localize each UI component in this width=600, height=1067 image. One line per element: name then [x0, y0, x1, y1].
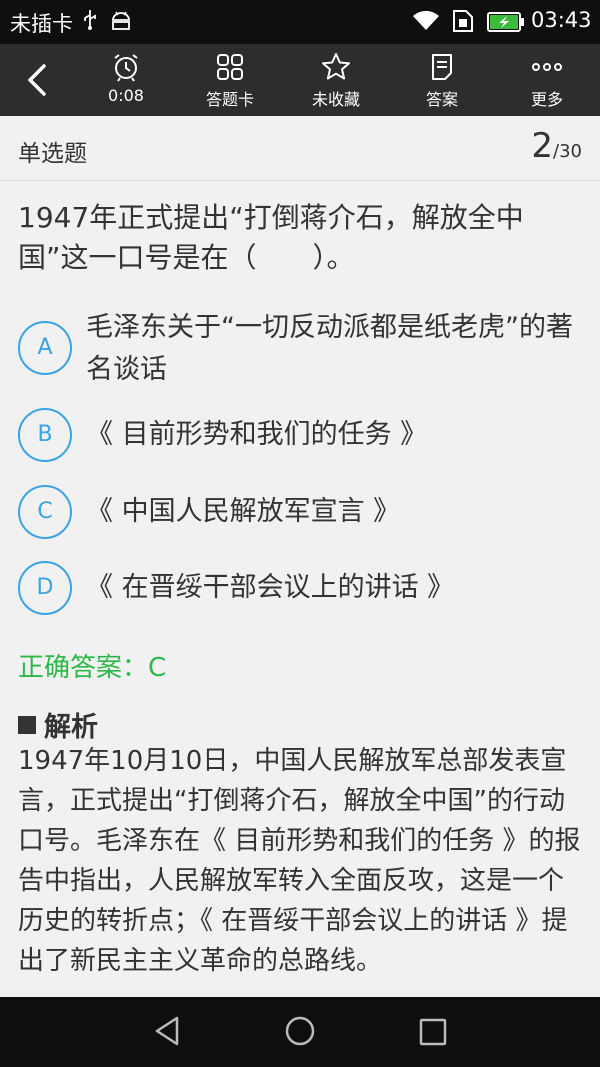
nav-recents-icon[interactable]: [419, 1018, 447, 1050]
more-label: 更多: [530, 90, 563, 109]
answer-card-label: 答题卡: [205, 90, 254, 109]
answer-button[interactable]: 答案: [397, 52, 487, 110]
option-a-letter: A: [18, 321, 72, 375]
question-content[interactable]: 1947年正式提出“打倒蒋介石，解放全中国”这一口号是在（ ）。 A 毛泽东关于…: [0, 181, 600, 997]
option-d-text: 《 在晋绥干部会议上的讲话 》: [86, 572, 455, 603]
answer-label: 答案: [425, 90, 458, 109]
wifi-icon: [412, 9, 440, 35]
option-a-text: 毛泽东关于“一切反动派都是纸老虎”的著名谈话: [86, 312, 573, 385]
analysis-body: 1947年10月10日，中国人民解放军总部发表宣言，正式提出“打倒蒋介石，解放全…: [18, 746, 581, 976]
option-b-letter: B: [18, 408, 72, 462]
clock: 03:43: [531, 8, 592, 32]
current-question-number: 2: [531, 126, 554, 166]
back-arrow-icon[interactable]: [22, 62, 52, 98]
sim-icon: [452, 9, 474, 37]
system-nav-bar: [0, 997, 600, 1067]
grid-icon: [217, 54, 243, 80]
question-type: 单选题: [18, 141, 87, 167]
favorite-label: 未收藏: [311, 90, 360, 109]
top-toolbar: 0:08 答题卡 未收藏 答案 更多: [0, 44, 600, 116]
favorite-button[interactable]: 未收藏: [291, 52, 381, 110]
question-header: 单选题 2/30: [0, 116, 600, 181]
nav-back-icon[interactable]: [153, 1015, 181, 1051]
option-d-letter: D: [18, 561, 72, 615]
option-c-letter: C: [18, 485, 72, 539]
nav-home-icon[interactable]: [284, 1015, 316, 1051]
timer-button[interactable]: 0:08: [81, 52, 171, 105]
square-bullet-icon: [18, 716, 36, 734]
option-d[interactable]: D 《 在晋绥干部会议上的讲话 》: [18, 561, 584, 617]
status-bar: 未插卡 03:43: [0, 0, 600, 44]
option-a[interactable]: A 毛泽东关于“一切反动派都是纸老虎”的著名谈话: [18, 307, 584, 391]
analysis-title: 解析: [18, 705, 98, 744]
usb-icon: [82, 9, 98, 36]
document-icon: [432, 54, 452, 80]
android-debug-icon: [110, 10, 132, 34]
star-icon: [322, 53, 350, 80]
option-b-text: 《 目前形势和我们的任务 》: [86, 419, 428, 450]
more-dots-icon: [532, 63, 562, 71]
correct-answer: 正确答案：C: [18, 653, 167, 683]
answer-card-button[interactable]: 答题卡: [185, 52, 275, 110]
option-b[interactable]: B 《 目前形势和我们的任务 》: [18, 408, 584, 464]
option-c[interactable]: C 《 中国人民解放军宣言 》: [18, 485, 584, 541]
question-counter: 2/30: [531, 126, 582, 166]
total-questions: /30: [553, 141, 582, 162]
analysis-title-text: 解析: [44, 712, 98, 743]
more-button[interactable]: 更多: [502, 52, 592, 110]
option-c-text: 《 中国人民解放军宣言 》: [86, 496, 401, 527]
timer-label: 0:08: [108, 86, 144, 105]
battery-charging-icon: [487, 12, 525, 36]
question-text: 1947年正式提出“打倒蒋介石，解放全中国”这一口号是在（ ）。: [18, 201, 524, 274]
carrier-label: 未插卡: [10, 12, 73, 36]
alarm-clock-icon: [114, 54, 138, 82]
